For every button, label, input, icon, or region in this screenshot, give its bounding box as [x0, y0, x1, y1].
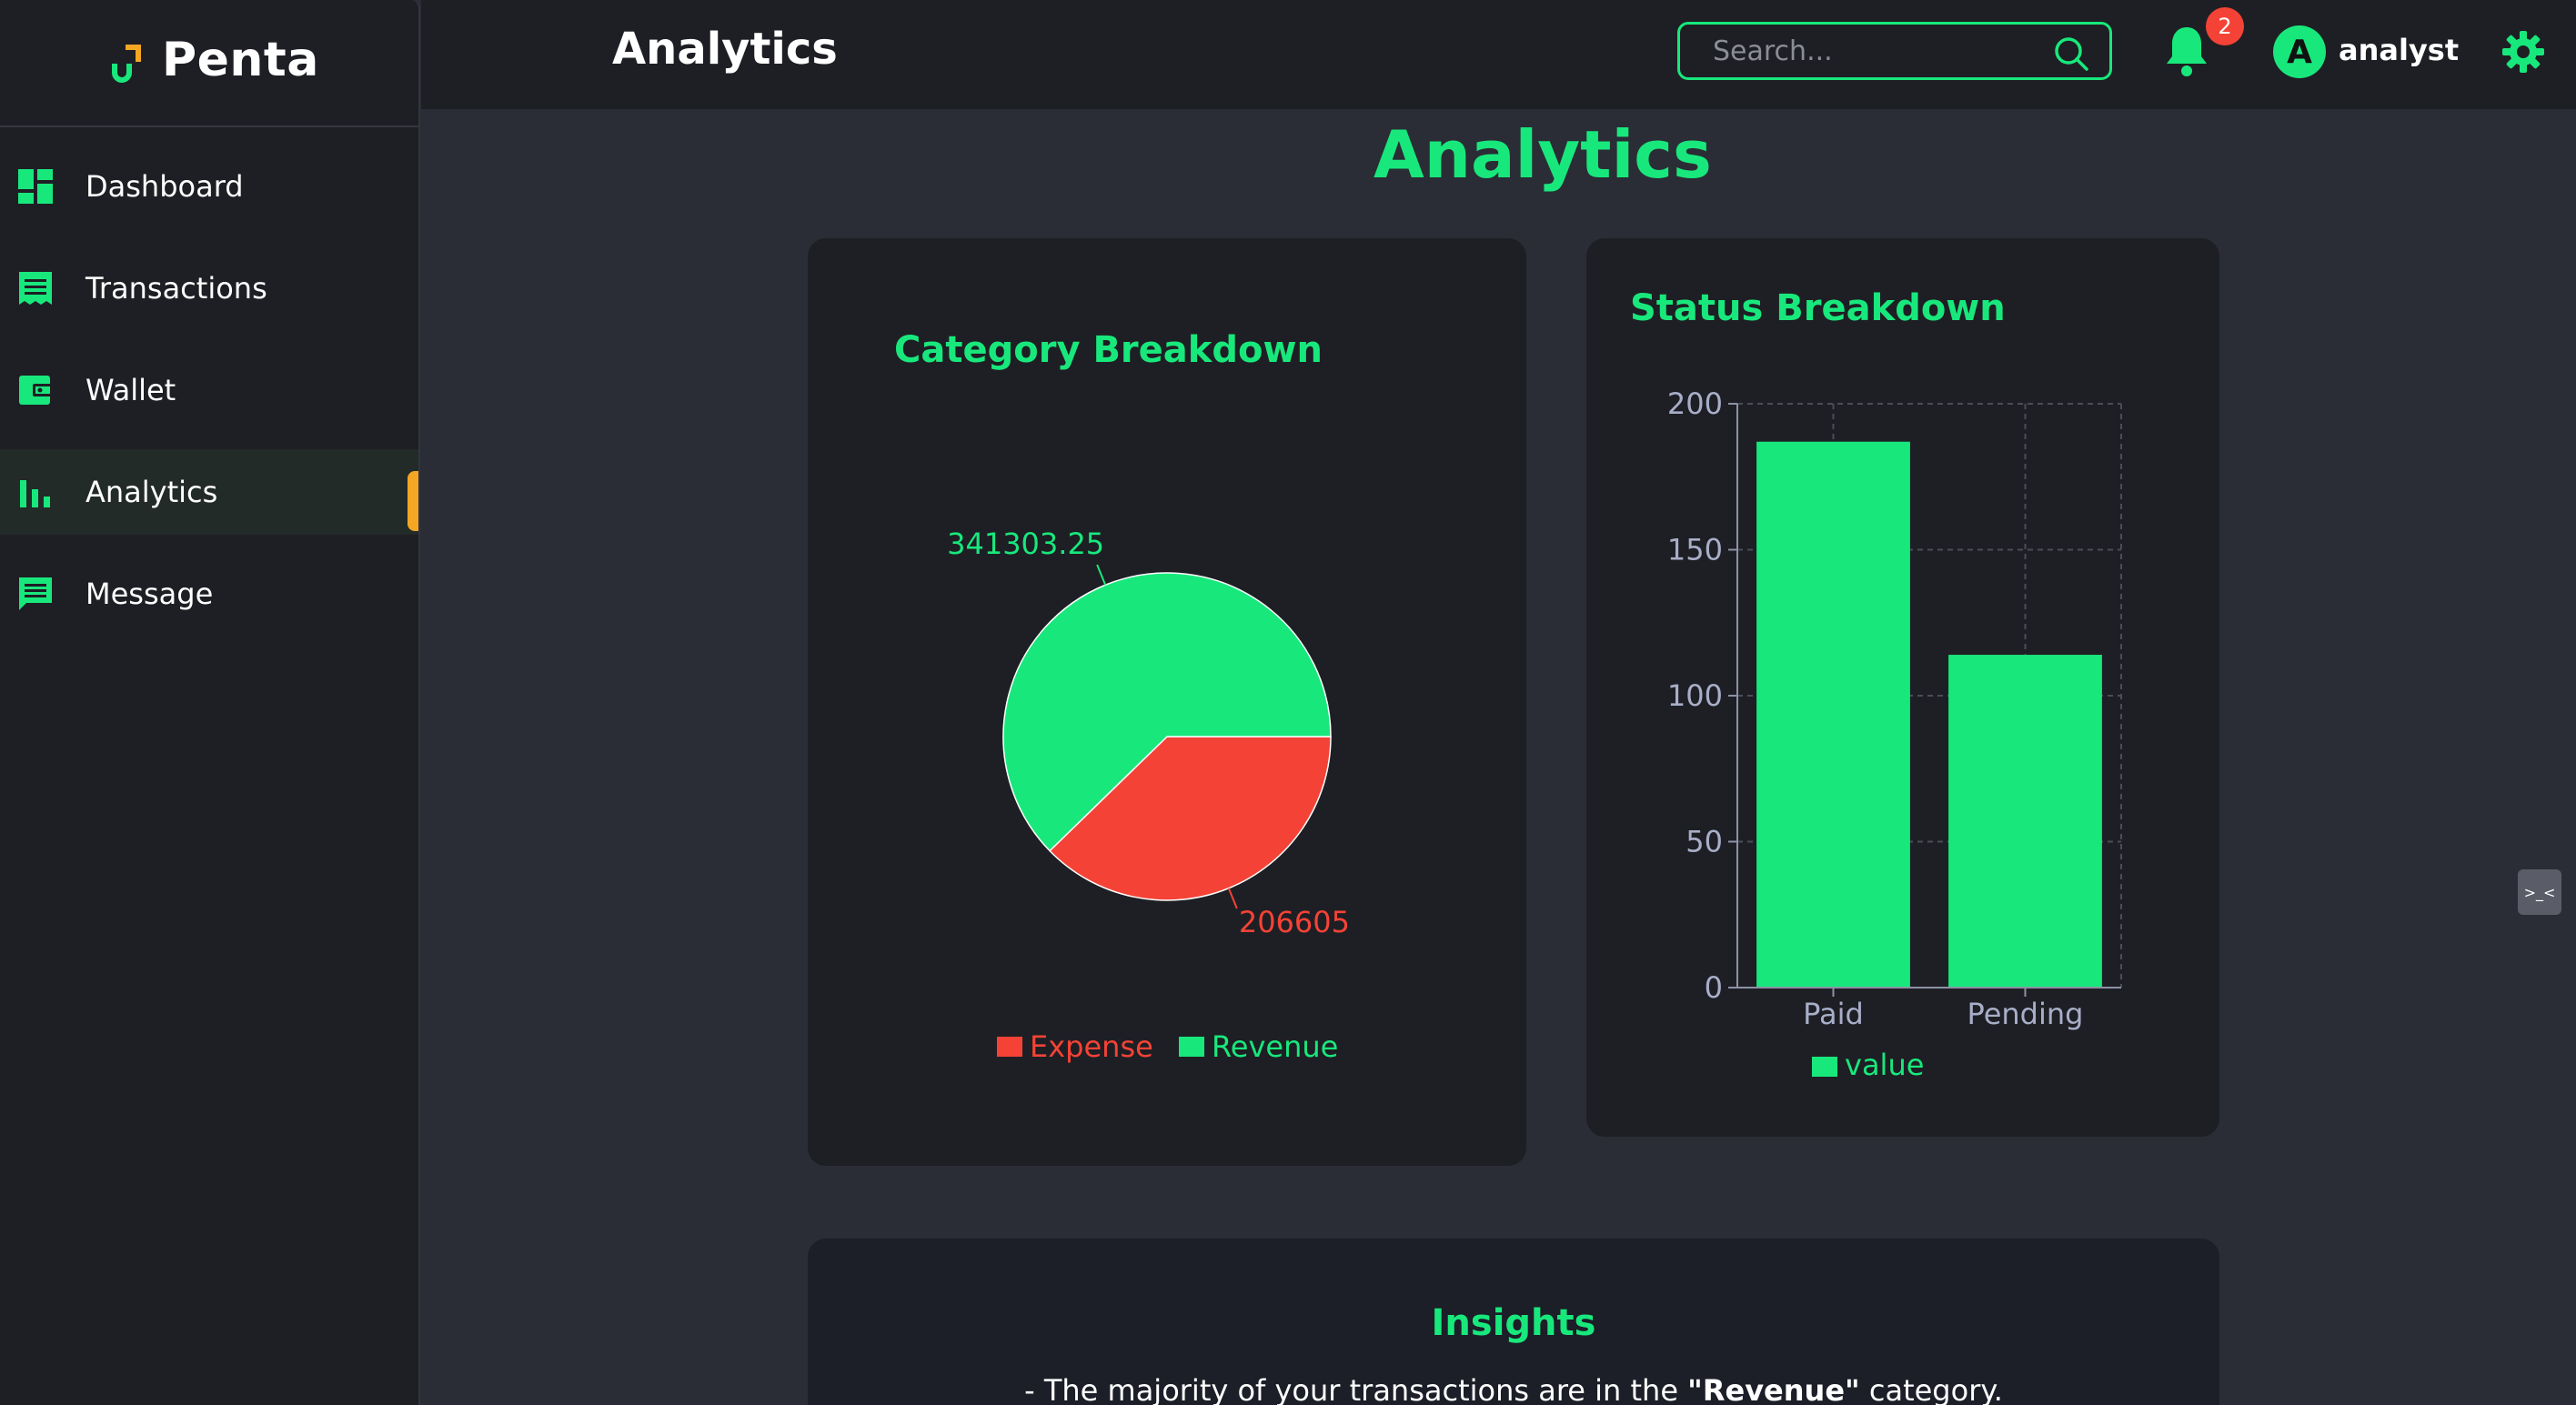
y-tick-label: 150 [1667, 533, 1723, 567]
sidebar-item-label: Analytics [86, 475, 218, 509]
sidebar: Penta Dashboard Transactions Wallet Anal… [0, 0, 420, 1405]
notification-badge: 2 [2206, 7, 2244, 45]
bar-pending [1948, 655, 2102, 988]
logo-icon [112, 45, 141, 83]
bar-legend: value [1812, 1048, 1924, 1082]
app-logo[interactable]: Penta [106, 33, 319, 87]
insights-text-prefix: - The majority of your transactions are … [1024, 1373, 1688, 1405]
insights-text-suffix: category. [1859, 1373, 2003, 1405]
x-tick-label: Paid [1803, 997, 1864, 1031]
pie-label-line-revenue [1096, 564, 1107, 586]
bar-paid [1756, 441, 1910, 988]
category-pie-chart: 206605 341303.25 Expense Revenue [947, 527, 1350, 1064]
legend-swatch-value [1812, 1057, 1837, 1077]
bell-icon[interactable] [2162, 24, 2211, 78]
sidebar-item-label: Wallet [86, 373, 176, 407]
pie-label-expense: 206605 [1239, 905, 1350, 939]
sidebar-item-label: Message [86, 577, 214, 611]
legend-swatch-revenue [1179, 1037, 1204, 1057]
status-bar-chart: 0 50 100 150 200 Paid Pending value [1667, 386, 2122, 1082]
dashboard-icon [18, 169, 53, 204]
search-box[interactable] [1677, 22, 2112, 80]
pie-label-revenue: 341303.25 [947, 527, 1104, 561]
y-tick-label: 200 [1667, 386, 1723, 421]
message-icon [19, 577, 52, 610]
pie-label-line-expense [1227, 888, 1238, 909]
sidebar-item-label: Transactions [86, 271, 267, 306]
insights-highlight: "Revenue" [1687, 1373, 1860, 1405]
legend-label-expense: Expense [1030, 1029, 1153, 1064]
username[interactable]: analyst [2339, 33, 2459, 67]
app-name: Penta [162, 33, 319, 87]
category-breakdown-card: Category Breakdown 206605 341303.25 Expens… [808, 238, 1526, 1166]
insights-title: Insights [1431, 1302, 1596, 1344]
insights-card: Insights - The majority of your transact… [808, 1239, 2219, 1405]
insights-text: - The majority of your transactions are … [808, 1373, 2219, 1405]
y-tick-label: 0 [1705, 970, 1723, 1005]
y-tick-label: 50 [1685, 825, 1723, 859]
page-title: Analytics [1374, 116, 1712, 193]
bar-chart-icon [20, 480, 50, 507]
avatar[interactable]: A [2273, 25, 2326, 78]
sidebar-item-dashboard[interactable]: Dashboard [0, 144, 418, 229]
sidebar-item-analytics[interactable]: Analytics [0, 449, 418, 535]
sidebar-item-transactions[interactable]: Transactions [0, 246, 418, 331]
gear-icon[interactable] [2501, 29, 2546, 75]
pie-legend: Expense Revenue [997, 1029, 1338, 1064]
legend-swatch-expense [997, 1037, 1022, 1057]
header-title: Analytics [612, 24, 838, 75]
y-tick-label: 100 [1667, 678, 1723, 713]
sidebar-divider [0, 125, 420, 127]
top-header: Analytics 2 A analyst [421, 0, 2576, 109]
sidebar-item-message[interactable]: Message [0, 551, 418, 637]
legend-label-value: value [1845, 1048, 1924, 1082]
sidebar-item-wallet[interactable]: Wallet [0, 347, 418, 433]
receipt-icon [19, 272, 52, 305]
search-input[interactable] [1713, 34, 2040, 68]
wallet-icon [19, 376, 53, 405]
status-breakdown-card: Status Breakdown 0 50 100 150 200 Paid Pending… [1586, 238, 2219, 1137]
active-indicator [408, 471, 418, 531]
legend-label-revenue: Revenue [1212, 1029, 1338, 1064]
sidebar-item-label: Dashboard [86, 169, 244, 204]
x-tick-label: Pending [1967, 997, 2084, 1031]
side-widget-button[interactable]: >_< [2518, 869, 2561, 915]
search-icon[interactable] [2053, 35, 2089, 72]
